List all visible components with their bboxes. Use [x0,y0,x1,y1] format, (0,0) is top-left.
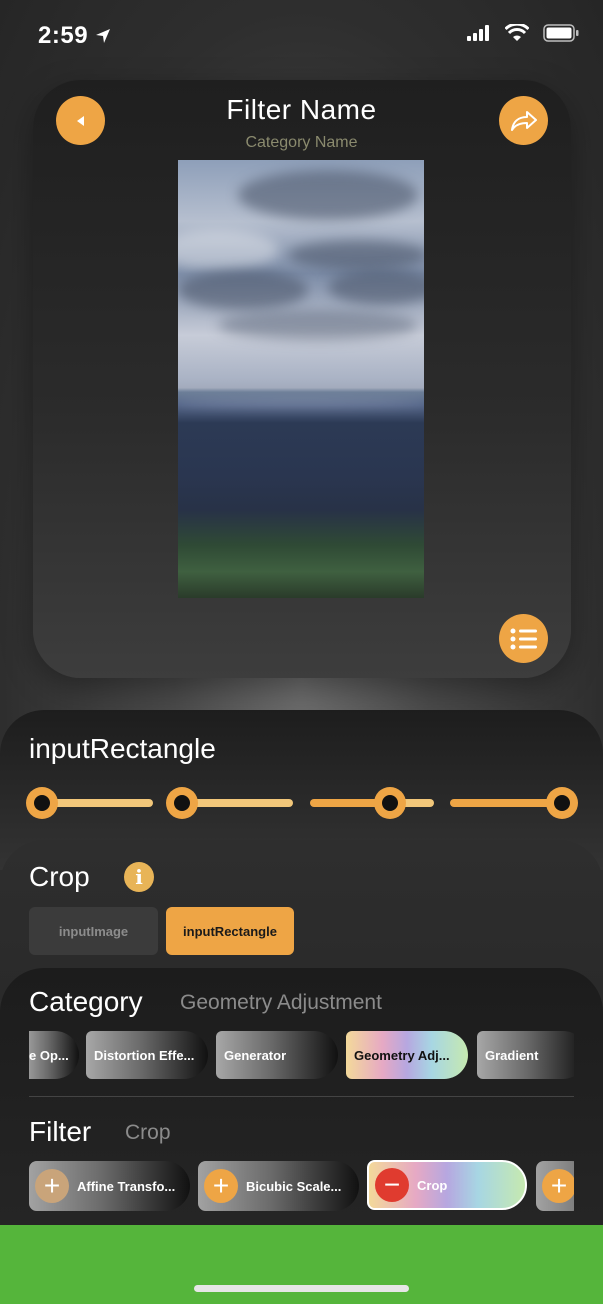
slider-track[interactable] [310,799,434,807]
add-icon[interactable]: + [204,1169,238,1203]
filter-chip-label: Affine Transfo... [77,1178,176,1194]
location-arrow-icon [96,29,111,43]
category-chip[interactable]: Generator [216,1031,338,1079]
slider-knob[interactable] [374,787,406,819]
category-chip[interactable]: e Op... [29,1031,79,1079]
category-selected: Geometry Adjustment [180,991,382,1014]
list-icon [510,628,537,649]
filter-chip-label: Bicubic Scale... [246,1178,342,1194]
filter-selected: Crop [125,1121,171,1144]
wifi-icon [505,24,529,41]
divider [29,1096,574,1097]
remove-icon[interactable]: − [375,1168,409,1202]
category-subtitle: Category Name [245,134,358,151]
home-indicator[interactable] [194,1285,409,1292]
cellular-signal-icon [467,25,489,41]
filter-chip[interactable]: + Bicubic Scale... [198,1161,359,1211]
filter-chip[interactable]: + [536,1161,574,1211]
input-tag-inputImage[interactable]: inputImage [29,907,158,955]
category-label: Category [29,986,143,1017]
category-chip-selected[interactable]: Geometry Adj... [346,1031,468,1079]
filter-label: Filter [29,1116,92,1147]
status-icons [467,24,579,42]
category-chip[interactable]: Distortion Effe... [86,1031,208,1079]
bottom-bar [0,1225,603,1304]
category-chip[interactable]: Gradient [477,1031,574,1079]
slider-knob[interactable] [546,787,578,819]
input-tag-inputRectangle[interactable]: inputRectangle [166,907,294,955]
list-button[interactable] [499,614,548,663]
filter-chip-selected[interactable]: − Crop [367,1160,527,1210]
add-icon[interactable]: + [35,1169,69,1203]
parameter-name: inputRectangle [29,733,216,764]
filter-chip[interactable]: + Affine Transfo... [29,1161,190,1211]
slider-knob[interactable] [26,787,58,819]
filter-name: Crop [29,861,90,892]
category-strip[interactable]: e Op... Distortion Effe... Generator Geo… [29,1031,574,1079]
slider-knob[interactable] [166,787,198,819]
filter-title: Filter Name [226,94,377,125]
filter-strip[interactable]: + Affine Transfo... + Bicubic Scale... −… [29,1160,574,1212]
status-time: 2:59 [38,22,111,50]
battery-icon [543,24,579,42]
add-icon[interactable]: + [542,1169,574,1203]
filter-chip-label: Crop [417,1177,448,1193]
preview-image [178,160,424,598]
info-icon[interactable]: i [124,862,154,892]
